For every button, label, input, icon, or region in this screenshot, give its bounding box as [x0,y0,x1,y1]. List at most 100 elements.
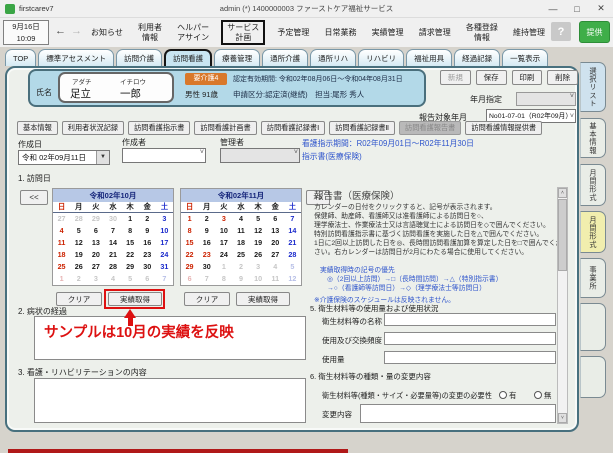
usage-frequency-input[interactable] [384,332,556,345]
calendar-day[interactable]: 26 [70,261,87,273]
calendar-day[interactable]: 5 [250,213,267,225]
calendar-day[interactable]: 21 [104,249,121,261]
side-tab-monthly-format-2[interactable]: 月間形式 [580,211,606,253]
calendar-day[interactable]: 7 [104,225,121,237]
clear-button-current[interactable]: クリア [56,292,102,306]
calendar-day[interactable]: 19 [250,237,267,249]
tab-day-care[interactable]: 通所介護 [262,49,308,66]
change-content-input[interactable] [360,404,556,423]
side-tab-monthly-format-1[interactable]: 月間形式 [580,164,606,206]
doc-tab-nursing-instruction[interactable]: 訪問看護指示書 [128,121,190,135]
tab-top[interactable]: TOP [5,49,36,66]
calendar-day[interactable]: 18 [53,249,70,261]
nav-item-registration-info[interactable]: 各種登録 情報 [463,21,501,44]
calendar-day[interactable]: 24 [156,249,173,261]
side-tab-office[interactable]: 事業所 [580,258,606,298]
scroll-down-icon[interactable]: ˅ [558,413,567,423]
calendar-day[interactable]: 23 [139,249,156,261]
calendar-day[interactable]: 3 [156,213,173,225]
calendar-day[interactable]: 15 [122,237,139,249]
tab-day-rehab[interactable]: 通所リハ [310,49,356,66]
calendar-day[interactable]: 14 [104,237,121,249]
usage-amount-input[interactable] [384,351,556,364]
calendar-day[interactable]: 21 [284,237,301,249]
calendar-day[interactable]: 5 [70,225,87,237]
calendar-day[interactable]: 16 [198,237,215,249]
report-scrollbar[interactable]: ˄ ˅ [557,187,568,424]
save-button[interactable]: 保存 [476,70,507,85]
side-tab-blank-1[interactable] [580,303,606,351]
nav-item-maintenance-mgmt[interactable]: 維持管理 [510,26,548,40]
calendar-day[interactable]: 26 [250,249,267,261]
calendar-day[interactable]: 6 [87,225,104,237]
calendar-day[interactable]: 1 [122,213,139,225]
calendar-day[interactable]: 6 [267,213,284,225]
calendar-day[interactable]: 27 [267,249,284,261]
nav-item-billing-mgmt[interactable]: 請求管理 [416,26,454,40]
side-tab-blank-2[interactable] [580,356,606,398]
calendar-day[interactable]: 17 [156,237,173,249]
radio-circle-icon[interactable] [499,391,507,399]
calendar-day[interactable]: 8 [122,225,139,237]
calendar-day[interactable]: 9 [198,225,215,237]
side-tab-select-list[interactable]: 選択リスト [580,62,606,112]
nav-item-news[interactable]: お知らせ [88,26,126,40]
scroll-up-icon[interactable]: ˄ [558,188,567,198]
doc-tab-nursing-report[interactable]: 訪問看護報告書 [399,121,461,135]
calendar-day[interactable]: 30 [198,261,215,273]
dropdown-icon[interactable]: ▼ [96,151,109,164]
doc-tab-nursing-record-1[interactable]: 訪問看護記録書Ⅰ [261,121,325,135]
calendar-day[interactable]: 7 [284,213,301,225]
calendar-day[interactable]: 2 [139,213,156,225]
material-name-input[interactable] [384,313,556,326]
calendar-day[interactable]: 1 [181,213,198,225]
calendar-day[interactable]: 19 [70,249,87,261]
radio-yes[interactable]: 有 [499,390,517,401]
calendar-day[interactable]: 28 [284,249,301,261]
nav-item-daily-work[interactable]: 日常業務 [321,26,359,40]
doc-tab-nursing-plan[interactable]: 訪問看護計画書 [194,121,256,135]
calendar-day[interactable]: 14 [284,225,301,237]
calendar-day[interactable]: 18 [232,237,249,249]
tab-home-nursing[interactable]: 訪問看護 [164,49,212,66]
tab-progress-record[interactable]: 経過記録 [454,49,500,66]
calendar-day[interactable]: 20 [87,249,104,261]
clear-button-next[interactable]: クリア [184,292,230,306]
calendar-day[interactable]: 28 [104,261,121,273]
calendar-day[interactable]: 29 [122,261,139,273]
calendar-day[interactable]: 9 [139,225,156,237]
calendar-day[interactable]: 23 [198,249,215,261]
calendar-day[interactable]: 12 [250,225,267,237]
calendar-day[interactable]: 25 [232,249,249,261]
author-select[interactable]: ˅ [122,148,206,163]
side-tab-basic-info[interactable]: 基本情報 [580,118,606,158]
nav-item-schedule-mgmt[interactable]: 予定管理 [274,26,312,40]
calendar-day[interactable]: 13 [87,237,104,249]
minimize-icon[interactable]: — [541,0,565,17]
fetch-results-button-next[interactable]: 実績取得 [236,292,290,306]
prev-month-button[interactable]: << [20,190,48,205]
calendar-day[interactable]: 15 [181,237,198,249]
calendar-day[interactable]: 3 [215,213,232,225]
tab-home-care[interactable]: 訪問介護 [116,49,162,66]
delete-button[interactable]: 削除 [547,70,578,85]
calendar-day[interactable]: 27 [87,261,104,273]
scrollbar-thumb[interactable] [558,199,567,271]
calendar-day[interactable]: 4 [232,213,249,225]
calendar-day[interactable]: 11 [232,225,249,237]
calendar-day[interactable]: 12 [70,237,87,249]
tab-standard-assessment[interactable]: 標準アセスメント [38,49,114,66]
nav-item-helper-assign[interactable]: ヘルパー アサイン [174,21,212,44]
radio-no[interactable]: 無 [534,390,552,401]
year-month-select[interactable]: ˅ [516,92,576,106]
calendar-day[interactable]: 22 [122,249,139,261]
print-button[interactable]: 印刷 [512,70,543,85]
calendar-day[interactable]: 20 [267,237,284,249]
calendar-day[interactable]: 13 [267,225,284,237]
doc-tab-basic-info[interactable]: 基本情報 [17,121,58,135]
nav-item-results-mgmt[interactable]: 実績管理 [369,26,407,40]
back-arrow-icon[interactable]: ← [55,25,66,37]
calendar-day[interactable]: 30 [139,261,156,273]
new-button[interactable]: 新規 [440,70,471,85]
nav-item-user-info[interactable]: 利用者 情報 [135,21,165,44]
